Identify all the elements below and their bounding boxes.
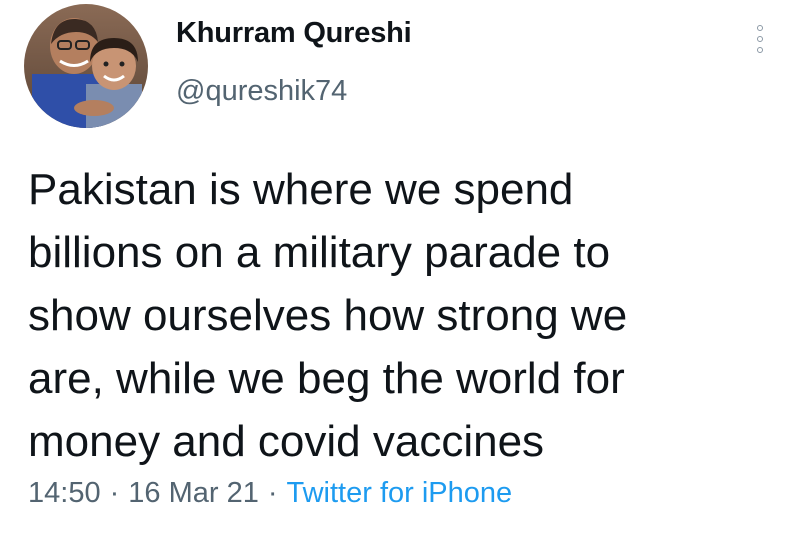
tweet-text-line: billions on a military parade to	[28, 228, 611, 277]
more-options-button[interactable]	[745, 14, 775, 64]
tweet-card: Khurram Qureshi @qureshik74 Pakistan is …	[0, 0, 803, 540]
tweet-source-link[interactable]: Twitter for iPhone	[287, 477, 513, 509]
tweet-date[interactable]: 16 Mar 21	[128, 477, 259, 509]
tweet-text-line: money and covid vaccines	[28, 417, 545, 466]
avatar-photo-icon	[24, 4, 148, 128]
more-vertical-icon	[757, 25, 763, 31]
avatar[interactable]	[24, 4, 148, 128]
meta-separator: ·	[267, 477, 278, 509]
tweet-text-line: are, while we beg the world for	[28, 354, 625, 403]
tweet-metadata: 14:50 · 16 Mar 21 · Twitter for iPhone	[28, 477, 512, 510]
more-vertical-icon	[757, 36, 763, 42]
tweet-text: Pakistan is where we spend billions on a…	[28, 158, 788, 473]
meta-separator: ·	[109, 477, 120, 509]
user-handle[interactable]: @qureshik74	[176, 75, 347, 108]
more-vertical-icon	[757, 47, 763, 53]
tweet-text-line: show ourselves how strong we	[28, 291, 628, 340]
display-name[interactable]: Khurram Qureshi	[176, 17, 412, 50]
tweet-time[interactable]: 14:50	[28, 477, 101, 509]
tweet-text-line: Pakistan is where we spend	[28, 165, 574, 214]
